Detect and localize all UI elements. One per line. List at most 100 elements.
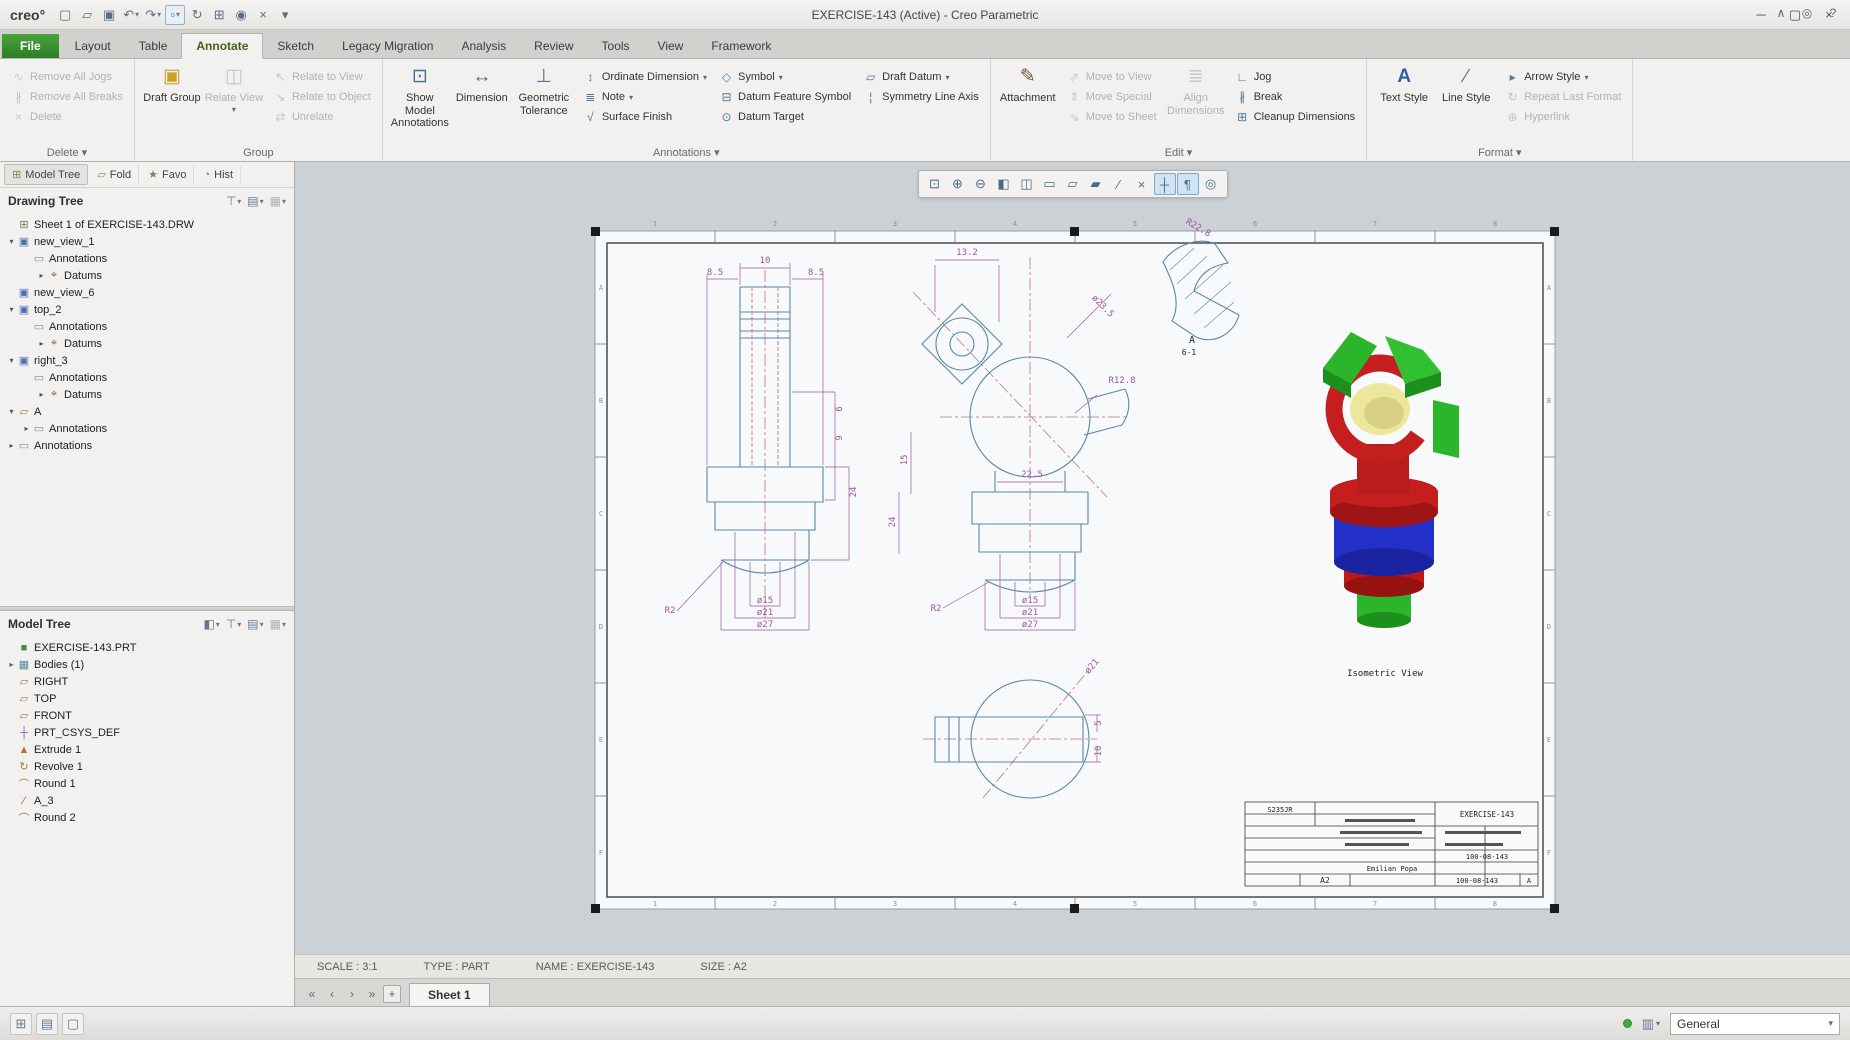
ribbon-button[interactable]: ⇕ Move Special ▾ bbox=[1062, 87, 1162, 107]
datum-display-icon[interactable]: ▱ bbox=[1062, 173, 1084, 195]
tree-item[interactable]: ▣ new_view_6 bbox=[6, 284, 294, 301]
ribbon-button[interactable]: ⊥ Geometric Tolerance ▾ bbox=[513, 63, 575, 144]
ribbon-button[interactable]: ∕ Line Style ▾ bbox=[1435, 63, 1497, 144]
sheet-tab[interactable]: Sheet 1 bbox=[409, 983, 490, 1006]
tree-item[interactable]: ↻ Revolve 1 bbox=[6, 758, 294, 775]
redo-icon[interactable]: ↷ ▾ bbox=[143, 5, 163, 25]
model-tree-toggle-icon[interactable]: ⊞ bbox=[10, 1012, 32, 1035]
ribbon-tab[interactable]: Layout bbox=[61, 34, 125, 58]
close-button[interactable]: × bbox=[1812, 3, 1846, 27]
ribbon-button[interactable]: ↔ Dimension ▾ bbox=[451, 63, 513, 144]
customize-icon[interactable]: ▾ ▾ bbox=[275, 5, 295, 25]
ribbon-button[interactable]: ∦ Remove All Breaks ▾ bbox=[6, 87, 128, 107]
graphics-area[interactable]: ⊡ ⊕ ⊖ ◧ ◫ ▭ ▱ ▰ ∕ × ┼ ¶ ◎ 1 2 3 4 5 6 7 … bbox=[295, 162, 1850, 954]
sync-icon[interactable]: ◧ ▾ bbox=[203, 617, 219, 631]
tree-item[interactable]: ▭ Annotations bbox=[6, 318, 294, 335]
ribbon-button[interactable]: ↖ Relate to View ▾ bbox=[268, 67, 376, 87]
ribbon-button[interactable]: ◇ Symbol ▾ bbox=[714, 67, 856, 87]
ribbon-group-label[interactable]: Edit ▾ bbox=[991, 144, 1366, 161]
ribbon-button[interactable]: ⇘ Move to Sheet ▾ bbox=[1062, 107, 1162, 127]
previous-sheet-icon[interactable]: ‹ bbox=[323, 985, 341, 1003]
tree-item[interactable]: ▸ ▭ Annotations bbox=[6, 437, 294, 454]
plane-tag-icon[interactable]: ▰ bbox=[1085, 173, 1107, 195]
expander-icon[interactable]: ▸ bbox=[36, 339, 47, 348]
ribbon-button[interactable]: ∟ Jog ▾ bbox=[1230, 67, 1361, 87]
columns-icon[interactable]: ▦ ▾ bbox=[270, 617, 286, 631]
ribbon-tab[interactable]: Table bbox=[125, 34, 182, 58]
expander-icon[interactable]: ▸ bbox=[36, 390, 47, 399]
ribbon-button[interactable]: ↻ Repeat Last Format ▾ bbox=[1500, 87, 1626, 107]
tree-item[interactable]: ▱ TOP bbox=[6, 690, 294, 707]
ribbon-button[interactable]: ¦ Symmetry Line Axis ▾ bbox=[858, 87, 984, 107]
view-options-icon[interactable]: ▤ ▾ bbox=[247, 617, 263, 631]
regenerate-icon[interactable]: ↻ ▾ bbox=[187, 5, 207, 25]
expander-icon[interactable]: ▾ bbox=[6, 407, 17, 416]
ribbon-tab[interactable]: Review bbox=[520, 34, 587, 58]
ribbon-group-label[interactable]: Group bbox=[135, 144, 382, 161]
hidden-line-icon[interactable]: ◫ bbox=[1016, 173, 1038, 195]
expander-icon[interactable]: ▾ bbox=[6, 356, 17, 365]
ribbon-button[interactable]: ▣ Draft Group ▾ bbox=[141, 63, 203, 144]
csys-display-icon[interactable]: ┼ bbox=[1153, 173, 1176, 195]
ribbon-button[interactable]: ≣ Note ▾ bbox=[578, 87, 712, 107]
ribbon-button[interactable]: ↕ Ordinate Dimension ▾ bbox=[578, 67, 712, 87]
tree-item[interactable]: ∕ A_3 bbox=[6, 792, 294, 809]
tree-item[interactable]: ⊞ Sheet 1 of EXERCISE-143.DRW bbox=[6, 216, 294, 233]
ribbon-button[interactable]: ⊟ Datum Feature Symbol ▾ bbox=[714, 87, 856, 107]
window-icon[interactable]: ⊞ ▾ bbox=[209, 5, 229, 25]
ribbon-button[interactable]: A Text Style ▾ bbox=[1373, 63, 1435, 144]
minimize-button[interactable]: ─ bbox=[1744, 3, 1778, 27]
tree-item[interactable]: ▾ ▣ top_2 bbox=[6, 301, 294, 318]
tree-item[interactable]: ▾ ▣ right_3 bbox=[6, 352, 294, 369]
open-file-icon[interactable]: ▱ ▾ bbox=[77, 5, 97, 25]
ribbon-button[interactable]: ✎ Attachment ▾ bbox=[997, 63, 1059, 144]
ribbon-button[interactable]: ▸ Arrow Style ▾ bbox=[1500, 67, 1626, 87]
ribbon-tab[interactable]: File bbox=[2, 34, 59, 58]
ribbon-button[interactable]: ⊞ Cleanup Dimensions ▾ bbox=[1230, 107, 1361, 127]
ribbon-tab[interactable]: Tools bbox=[588, 34, 644, 58]
point-display-icon[interactable]: × bbox=[1131, 173, 1153, 195]
expander-icon[interactable]: ▸ bbox=[36, 271, 47, 280]
ribbon-group-label[interactable]: Annotations ▾ bbox=[383, 144, 990, 161]
save-icon[interactable]: ▣ ▾ bbox=[99, 5, 119, 25]
navigator-tab[interactable]: ★ Favo bbox=[141, 165, 195, 184]
ribbon-button[interactable]: ⇄ Unrelate ▾ bbox=[268, 107, 376, 127]
spin-center-icon[interactable]: ◎ bbox=[1200, 173, 1222, 195]
display-style-icon[interactable]: ◧ bbox=[993, 173, 1015, 195]
tree-item[interactable]: ▭ Annotations bbox=[6, 369, 294, 386]
ribbon-tab[interactable]: Sketch bbox=[263, 34, 328, 58]
ribbon-group-label[interactable]: Format ▾ bbox=[1367, 144, 1632, 161]
web-icon[interactable]: ◉ ▾ bbox=[231, 5, 251, 25]
ribbon-button[interactable]: ▱ Draft Datum ▾ bbox=[858, 67, 984, 87]
drawing-sheet[interactable]: 1 2 3 4 5 6 7 81 2 3 4 5 6 7 8ABCDEFABCDEF8.5108.56924… bbox=[295, 162, 1850, 954]
expander-icon[interactable]: ▾ bbox=[6, 237, 17, 246]
expander-icon[interactable]: ▸ bbox=[6, 441, 17, 450]
annotation-display-icon[interactable]: ¶ bbox=[1176, 173, 1199, 195]
tree-item[interactable]: ▲ Extrude 1 bbox=[6, 741, 294, 758]
first-sheet-icon[interactable]: « bbox=[303, 985, 321, 1003]
ribbon-tab[interactable]: Framework bbox=[697, 34, 785, 58]
navigator-tab[interactable]: ⊞ Model Tree bbox=[4, 164, 89, 185]
ribbon-button[interactable]: ≣ Align Dimensions ▾ bbox=[1165, 63, 1227, 144]
filter-icon[interactable]: ⊤ ▾ bbox=[226, 617, 241, 631]
ribbon-button[interactable]: ⊕ Hyperlink ▾ bbox=[1500, 107, 1626, 127]
selection-filter-select[interactable]: General ▾ bbox=[1670, 1012, 1840, 1035]
close-window-icon[interactable]: × ▾ bbox=[253, 5, 273, 25]
ribbon-button[interactable]: ◫ Relate View ▾ bbox=[203, 63, 265, 144]
tree-item[interactable]: ▾ ▣ new_view_1 bbox=[6, 233, 294, 250]
ribbon-button[interactable]: × Delete ▾ bbox=[6, 107, 128, 127]
tree-item[interactable]: ▾ ▱ A bbox=[6, 403, 294, 420]
new-sheet-icon[interactable]: + bbox=[383, 985, 401, 1003]
ribbon-button[interactable]: ⊙ Datum Target ▾ bbox=[714, 107, 856, 127]
next-sheet-icon[interactable]: › bbox=[343, 985, 361, 1003]
maximize-button[interactable]: ▢ bbox=[1778, 3, 1812, 27]
filter-icon[interactable]: ⊤ ▾ bbox=[226, 194, 241, 208]
browser-toggle-icon[interactable]: ▢ bbox=[62, 1012, 84, 1035]
ribbon-button[interactable]: ⇗ Move to View ▾ bbox=[1062, 67, 1162, 87]
expander-icon[interactable]: ▸ bbox=[6, 660, 17, 669]
tree-item[interactable]: ▱ FRONT bbox=[6, 707, 294, 724]
tree-item[interactable]: ▸ ▦ Bodies (1) bbox=[6, 656, 294, 673]
select-mode-icon[interactable]: ▫ ▾ bbox=[165, 4, 186, 25]
tree-item[interactable]: ┼ PRT_CSYS_DEF bbox=[6, 724, 294, 741]
axis-display-icon[interactable]: ∕ bbox=[1108, 173, 1130, 195]
